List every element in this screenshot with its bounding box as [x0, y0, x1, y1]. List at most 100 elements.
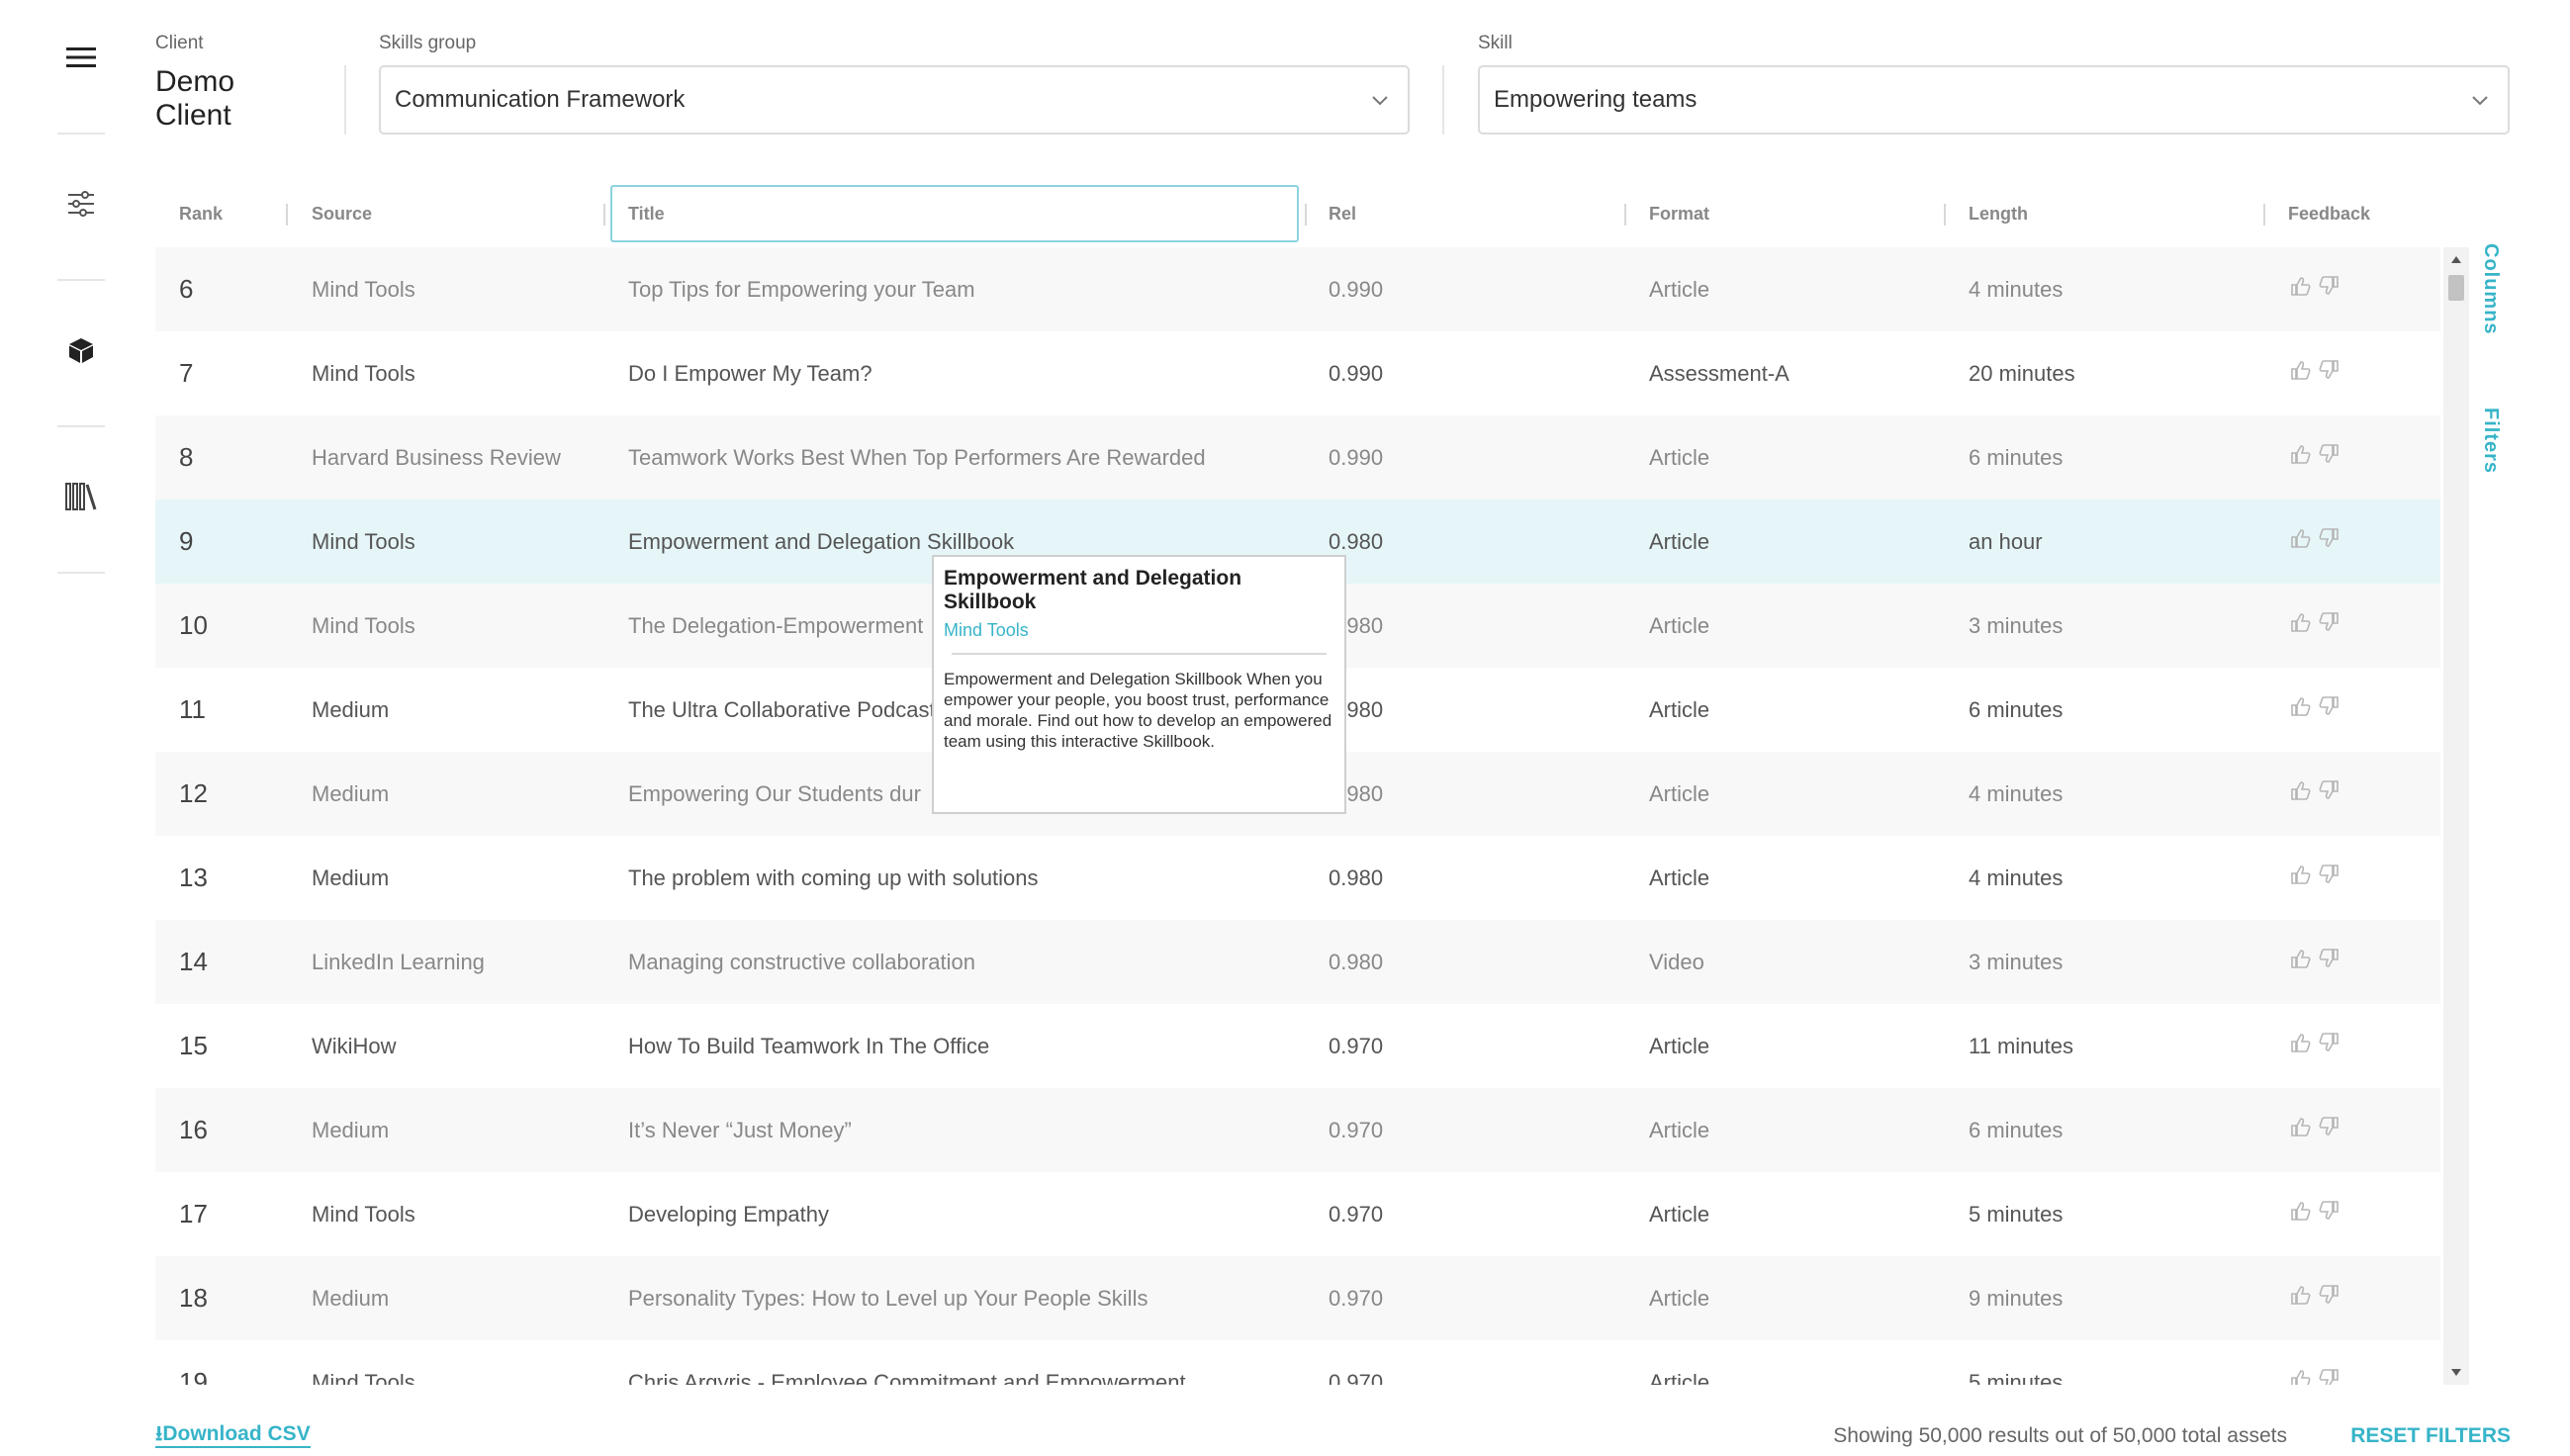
thumbs-down-icon[interactable] [2318, 864, 2340, 885]
columns-tab[interactable]: Columns [2479, 243, 2502, 335]
length-cell: 11 minutes [1969, 1033, 2073, 1058]
table-row[interactable]: 15 WikiHow How To Build Teamwork In The … [155, 1004, 2440, 1088]
thumbs-up-icon[interactable] [2290, 443, 2312, 465]
thumbs-up-icon[interactable] [2290, 611, 2312, 633]
title-cell: Top Tips for Empowering your Team [628, 276, 975, 302]
thumbs-up-icon[interactable] [2290, 1368, 2312, 1385]
feedback-cell [2290, 1032, 2340, 1053]
column-header-title[interactable]: Title [628, 184, 665, 243]
title-cell: The problem with coming up with solution… [628, 864, 1039, 890]
header-divider [1442, 65, 1444, 135]
column-resizer[interactable] [1624, 204, 1626, 226]
rank-cell: 7 [179, 358, 194, 388]
thumbs-down-icon[interactable] [2318, 1284, 2340, 1306]
thumbs-down-icon[interactable] [2318, 359, 2340, 381]
source-cell: Medium [312, 780, 390, 806]
title-cell: Empowering Our Students dur [628, 780, 921, 806]
column-resizer[interactable] [1305, 204, 1307, 226]
table-scrollbar[interactable] [2443, 247, 2469, 1385]
length-cell: 4 minutes [1969, 276, 2064, 302]
format-cell: Article [1649, 612, 1710, 638]
thumbs-up-icon[interactable] [2290, 695, 2312, 717]
client-name: Demo Client [155, 65, 235, 132]
thumbs-down-icon[interactable] [2318, 275, 2340, 297]
column-resizer[interactable] [603, 204, 605, 226]
thumbs-up-icon[interactable] [2290, 359, 2312, 381]
table-row[interactable]: 18 Medium Personality Types: How to Leve… [155, 1256, 2440, 1340]
feedback-cell [2290, 1284, 2340, 1306]
sidebar-divider [57, 279, 105, 281]
thumbs-up-icon[interactable] [2290, 1032, 2312, 1053]
column-header-rank[interactable]: Rank [179, 184, 223, 243]
feedback-cell [2290, 779, 2340, 801]
column-header-length[interactable]: Length [1969, 184, 2028, 243]
thumbs-up-icon[interactable] [2290, 275, 2312, 297]
format-cell: Article [1649, 528, 1710, 554]
results-count: Showing 50,000 results out of 50,000 tot… [1833, 1424, 2287, 1447]
chevron-down-icon [2472, 96, 2488, 106]
thumbs-down-icon[interactable] [2318, 948, 2340, 969]
sidebar-item-assets[interactable] [57, 326, 105, 374]
column-resizer[interactable] [1944, 204, 1946, 226]
length-cell: 9 minutes [1969, 1285, 2064, 1311]
menu-button[interactable] [57, 34, 105, 81]
title-cell: It’s Never “Just Money” [628, 1117, 852, 1142]
rank-cell: 16 [179, 1115, 208, 1144]
format-cell: Assessment-A [1649, 360, 1790, 386]
source-cell: LinkedIn Learning [312, 949, 485, 974]
skills-group-value: Communication Framework [395, 86, 686, 113]
thumbs-up-icon[interactable] [2290, 1116, 2312, 1138]
thumbs-down-icon[interactable] [2318, 1116, 2340, 1138]
feedback-cell [2290, 1200, 2340, 1222]
source-cell: Mind Tools [312, 612, 415, 638]
sidebar-item-settings[interactable] [57, 180, 105, 228]
asset-tooltip: Empowerment and Delegation Skillbook Min… [932, 555, 1346, 814]
table-row[interactable]: 13 Medium The problem with coming up wit… [155, 836, 2440, 920]
table-row[interactable]: 6 Mind Tools Top Tips for Empowering you… [155, 247, 2440, 331]
rel-cell: 0.970 [1329, 1201, 1384, 1227]
thumbs-down-icon[interactable] [2318, 527, 2340, 549]
client-label: Client [155, 33, 204, 53]
sidebar-item-library[interactable] [57, 473, 105, 520]
thumbs-down-icon[interactable] [2318, 1032, 2340, 1053]
table-row[interactable]: 19 Mind Tools Chris Argyris - Employee C… [155, 1340, 2440, 1385]
column-resizer[interactable] [286, 204, 288, 226]
reset-filters-button[interactable]: RESET FILTERS [2350, 1424, 2511, 1448]
column-header-rel[interactable]: Rel [1329, 184, 1356, 243]
scroll-down-icon[interactable] [2447, 1363, 2465, 1381]
table-row[interactable]: 17 Mind Tools Developing Empathy 0.970 A… [155, 1172, 2440, 1256]
column-resizer[interactable] [2263, 204, 2265, 226]
table-row[interactable]: 8 Harvard Business Review Teamwork Works… [155, 415, 2440, 500]
thumbs-down-icon[interactable] [2318, 695, 2340, 717]
length-cell: 3 minutes [1969, 612, 2064, 638]
skills-group-select[interactable]: Communication Framework [379, 65, 1410, 135]
thumbs-down-icon[interactable] [2318, 1200, 2340, 1222]
table-row[interactable]: 14 LinkedIn Learning Managing constructi… [155, 920, 2440, 1004]
title-cell: Developing Empathy [628, 1201, 830, 1227]
column-header-feedback[interactable]: Feedback [2288, 184, 2370, 243]
rel-cell: 0.970 [1329, 1033, 1384, 1058]
scroll-up-icon[interactable] [2447, 251, 2465, 269]
thumbs-up-icon[interactable] [2290, 1200, 2312, 1222]
source-cell: Mind Tools [312, 1201, 415, 1227]
column-header-format[interactable]: Format [1649, 184, 1709, 243]
title-cell: The Delegation-Empowerment [628, 612, 924, 638]
table-row[interactable]: 16 Medium It’s Never “Just Money” 0.970 … [155, 1088, 2440, 1172]
thumbs-down-icon[interactable] [2318, 611, 2340, 633]
thumbs-down-icon[interactable] [2318, 779, 2340, 801]
thumbs-up-icon[interactable] [2290, 527, 2312, 549]
thumbs-down-icon[interactable] [2318, 443, 2340, 465]
skill-select[interactable]: Empowering teams [1478, 65, 2510, 135]
column-header-source[interactable]: Source [312, 184, 372, 243]
filters-tab[interactable]: Filters [2479, 408, 2502, 474]
table-row[interactable]: 7 Mind Tools Do I Empower My Team? 0.990… [155, 331, 2440, 415]
scrollbar-thumb[interactable] [2448, 275, 2464, 301]
thumbs-up-icon[interactable] [2290, 948, 2312, 969]
thumbs-up-icon[interactable] [2290, 1284, 2312, 1306]
length-cell: 6 minutes [1969, 444, 2064, 470]
thumbs-up-icon[interactable] [2290, 779, 2312, 801]
thumbs-down-icon[interactable] [2318, 1368, 2340, 1385]
download-csv-link[interactable]: ⭳Download CSV [155, 1422, 311, 1448]
feedback-cell [2290, 948, 2340, 969]
thumbs-up-icon[interactable] [2290, 864, 2312, 885]
